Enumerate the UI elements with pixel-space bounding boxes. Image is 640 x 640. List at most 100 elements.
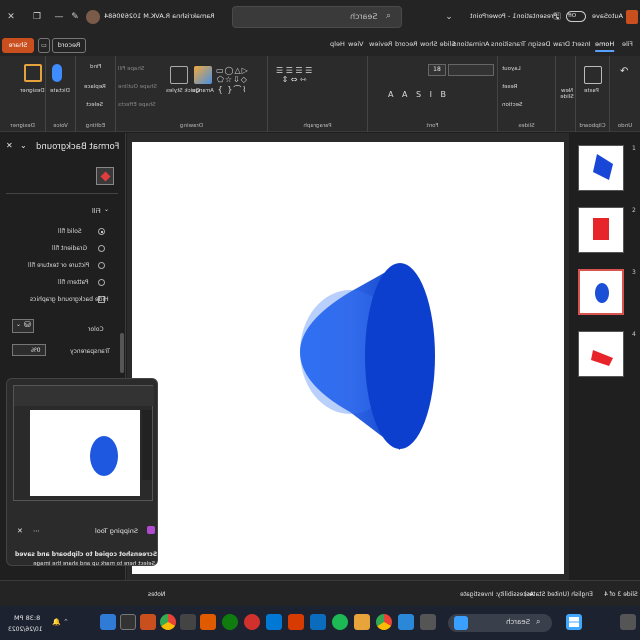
widgets-icon[interactable] <box>620 614 636 630</box>
new-slide-button[interactable]: New Slide <box>558 88 576 100</box>
thumbnail-slide-4[interactable] <box>578 331 624 377</box>
shape-effects-button[interactable]: Shape Effects <box>118 102 156 108</box>
restore-icon[interactable]: ❐ <box>30 10 44 24</box>
tab-help[interactable]: Help <box>330 40 345 48</box>
shape-outline-button[interactable]: Shape Outline <box>118 84 157 90</box>
xbox-icon[interactable] <box>222 614 238 630</box>
slide[interactable] <box>132 142 564 574</box>
paste-button[interactable]: Paste <box>584 88 599 94</box>
font-group: 18 A A S I B Font <box>368 56 498 132</box>
tab-animations[interactable]: Animations <box>453 40 490 48</box>
shape-fill-button[interactable]: Shape Fill <box>118 66 144 72</box>
arrange-button[interactable]: Arrange <box>192 88 214 94</box>
arrange-icon[interactable] <box>194 66 212 84</box>
user-name: Ramakrishna R.AVK.M 102690684 <box>104 12 215 20</box>
thumb-number: 3 <box>632 269 636 276</box>
chrome-icon[interactable] <box>160 614 176 630</box>
thumbnail-slide-3[interactable] <box>578 269 624 315</box>
panel-scrollbar[interactable] <box>120 333 124 373</box>
chevron-down-icon[interactable]: ⌄ <box>20 141 27 150</box>
task-view-icon[interactable] <box>420 614 436 630</box>
shapes-gallery[interactable]: ▭◯△▷ ⬠☆⇩◇{ }⌒⌇ <box>216 66 249 95</box>
system-tray-icons[interactable]: 🔔 ⌃ <box>52 618 69 626</box>
designer-icon[interactable] <box>24 64 42 82</box>
snip-preview[interactable] <box>13 385 154 501</box>
search-box[interactable]: ⌕ Search <box>232 6 402 28</box>
color-picker-button[interactable]: ⌄ ⛁ <box>12 319 34 333</box>
font-size-box[interactable]: 18 <box>428 64 446 76</box>
quick-styles-icon[interactable] <box>170 66 188 84</box>
tab-view[interactable]: View <box>348 40 363 48</box>
solid-fill-radio[interactable] <box>98 228 105 235</box>
accessibility-status[interactable]: Accessibility: Investigate <box>460 591 534 598</box>
transparency-input[interactable]: 0% <box>12 344 46 356</box>
taskbar-app-icon[interactable] <box>120 614 136 630</box>
store-icon[interactable] <box>266 614 282 630</box>
taskbar-app-icon[interactable] <box>180 614 196 630</box>
chevron-down-icon[interactable]: ⌄ <box>104 206 109 213</box>
cone-shape[interactable] <box>132 142 564 574</box>
pattern-fill-radio[interactable] <box>98 279 105 286</box>
close-icon[interactable]: ✕ <box>17 527 23 535</box>
powerpoint-taskbar-icon[interactable] <box>140 614 156 630</box>
tab-home[interactable]: Home <box>595 40 615 52</box>
close-icon[interactable]: ✕ <box>6 141 13 150</box>
font-name-box[interactable] <box>448 64 494 76</box>
tab-slide-show[interactable]: Slide Show <box>420 40 455 48</box>
paragraph-controls[interactable]: ☰ ☰ ☰ ☰ ⇕ ⇔ ⇿ <box>276 66 312 84</box>
fill-bucket-icon[interactable] <box>96 167 114 185</box>
cone-base <box>365 263 435 449</box>
save-icon[interactable]: 🖫 <box>550 10 564 24</box>
taskbar-app-icon[interactable] <box>100 614 116 630</box>
tab-review[interactable]: Review <box>369 40 392 48</box>
spotify-icon[interactable] <box>332 614 348 630</box>
more-icon[interactable]: ⋯ <box>33 527 40 535</box>
avatar[interactable] <box>86 10 100 24</box>
slide-info: Slide 3 of 4 <box>604 591 638 598</box>
windows-start-icon[interactable] <box>566 614 582 630</box>
chevron-down-icon[interactable]: ⌄ <box>442 10 456 24</box>
file-explorer-icon[interactable] <box>354 614 370 630</box>
tab-file[interactable]: File <box>622 40 633 48</box>
reset-button[interactable]: Reset <box>502 84 517 90</box>
share-button[interactable]: Share <box>2 38 34 53</box>
tab-record[interactable]: Record <box>395 40 417 48</box>
close-icon[interactable]: ✕ <box>4 10 18 24</box>
record-button[interactable]: Record <box>52 38 86 53</box>
chrome-icon[interactable] <box>376 614 392 630</box>
pen-icon[interactable]: ✎ <box>68 10 82 24</box>
minimize-icon[interactable]: — <box>52 10 66 24</box>
tab-insert[interactable]: Insert <box>572 40 591 48</box>
edge-icon[interactable] <box>398 614 414 630</box>
snipping-tool-notification[interactable]: ✕ ⋯ Snipping Tool Screenshot copied to c… <box>6 378 158 567</box>
language-status[interactable]: English (United States) <box>524 591 593 598</box>
tab-design[interactable]: Design <box>528 40 550 48</box>
tab-transitions[interactable]: Transitions <box>491 40 526 48</box>
notes-button[interactable]: Notes <box>148 591 165 598</box>
gradient-fill-radio[interactable] <box>98 245 105 252</box>
taskbar-app-icon[interactable] <box>200 614 216 630</box>
thumbnail-slide-2[interactable] <box>578 207 624 253</box>
undo-icon[interactable]: ↶ <box>620 66 628 77</box>
replace-button[interactable]: Replace <box>84 84 106 90</box>
dictate-button[interactable]: Dictate <box>50 88 70 94</box>
taskbar-search[interactable]: Search ⌕ <box>448 614 552 632</box>
comments-icon[interactable]: ▭ <box>38 38 50 53</box>
tab-draw[interactable]: Draw <box>553 40 570 48</box>
font-style-buttons[interactable]: A A S I B <box>388 90 449 99</box>
microphone-icon[interactable] <box>52 64 62 82</box>
find-button[interactable]: Find <box>90 64 101 70</box>
office-icon[interactable] <box>288 614 304 630</box>
autosave-label: AutoSave <box>592 12 624 20</box>
select-button[interactable]: Select <box>86 102 103 108</box>
section-button[interactable]: Section <box>502 102 522 108</box>
opera-icon[interactable] <box>244 614 260 630</box>
layout-button[interactable]: Layout <box>502 66 521 72</box>
outlook-icon[interactable] <box>310 614 326 630</box>
paste-icon[interactable] <box>584 66 602 84</box>
drawing-group: Shape Fill Shape Outline Shape Effects Q… <box>116 56 268 132</box>
picture-fill-radio[interactable] <box>98 262 105 269</box>
thumbnail-slide-1[interactable] <box>578 145 624 191</box>
paragraph-group: ☰ ☰ ☰ ☰ ⇕ ⇔ ⇿ Paragraph <box>268 56 368 132</box>
designer-button[interactable]: Designer <box>20 88 45 94</box>
